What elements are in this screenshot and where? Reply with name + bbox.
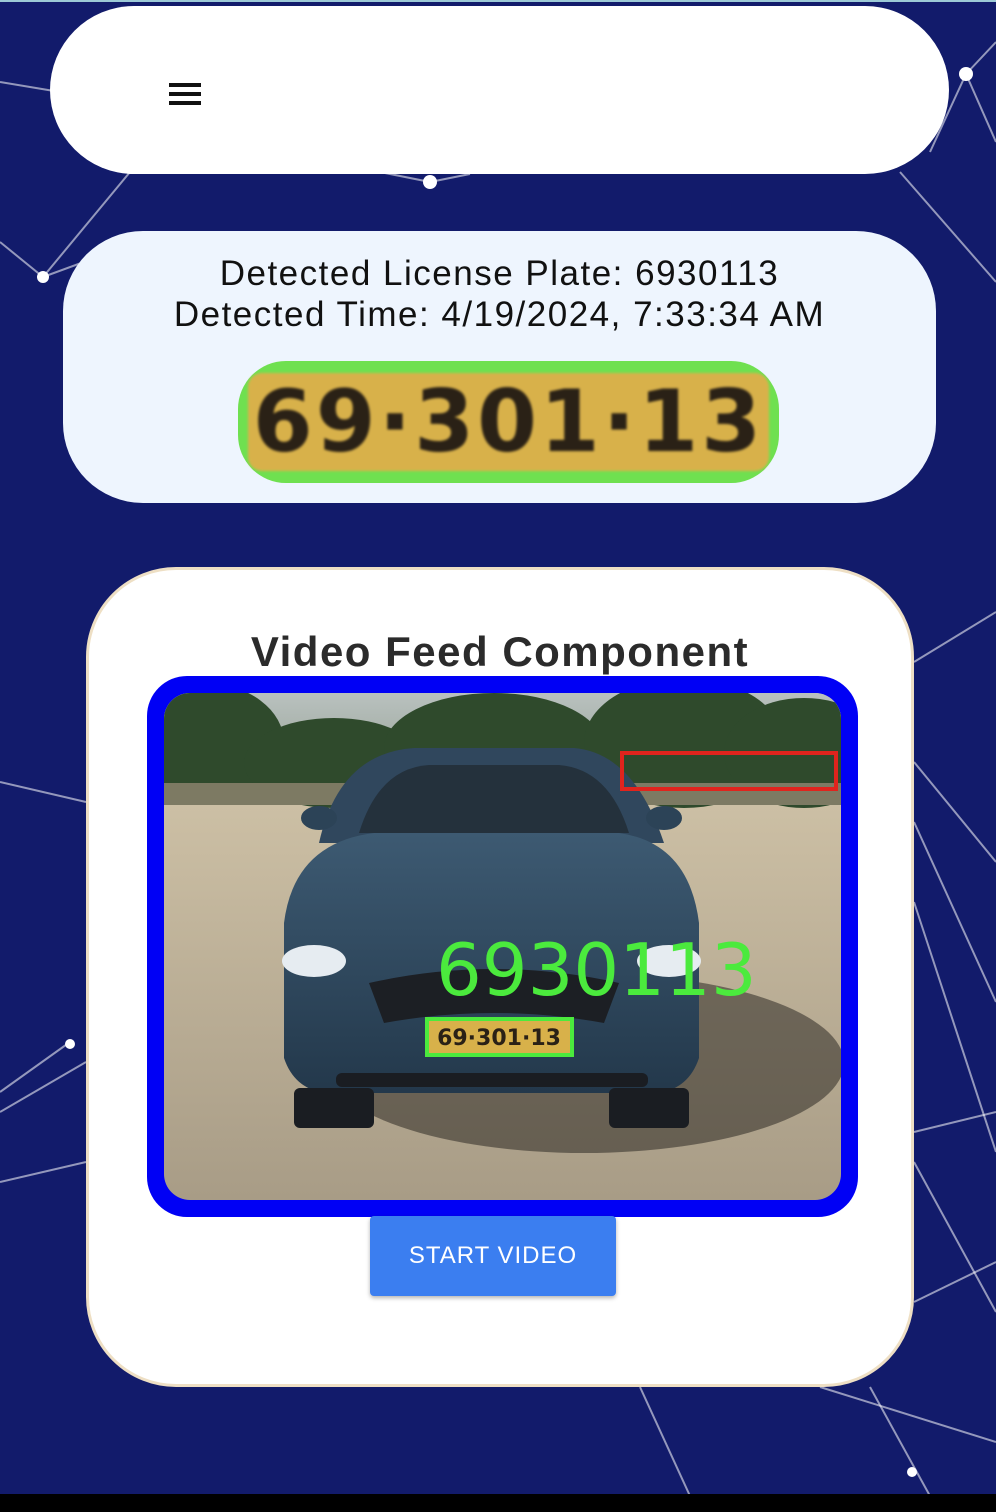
video-stream: 69·301·13 6930113: [164, 693, 841, 1200]
video-overlay-plate-number: 6930113: [436, 928, 757, 1012]
detected-plate-text: Detected License Plate: 6930113: [219, 254, 780, 293]
app-root: Detected License Plate: 6930113 Detected…: [0, 0, 996, 1494]
plate-crop-image: 69·301·13: [238, 361, 779, 483]
video-feed-card: Video Feed Component 69·301·13 6930113 S…: [86, 567, 914, 1387]
plate-crop-text: 69·301·13: [248, 372, 769, 472]
video-frame: 69·301·13 6930113: [147, 676, 858, 1217]
start-video-button[interactable]: START VIDEO: [370, 1216, 616, 1296]
detected-time-text: Detected Time: 4/19/2024, 7:33:34 AM: [173, 295, 826, 334]
video-feed-title: Video Feed Component: [250, 628, 750, 675]
video-plate-text: 69·301·13: [437, 1026, 561, 1051]
detection-result-card: Detected License Plate: 6930113 Detected…: [63, 231, 936, 503]
top-navbar: [50, 6, 949, 174]
hamburger-menu-icon[interactable]: [162, 76, 206, 116]
